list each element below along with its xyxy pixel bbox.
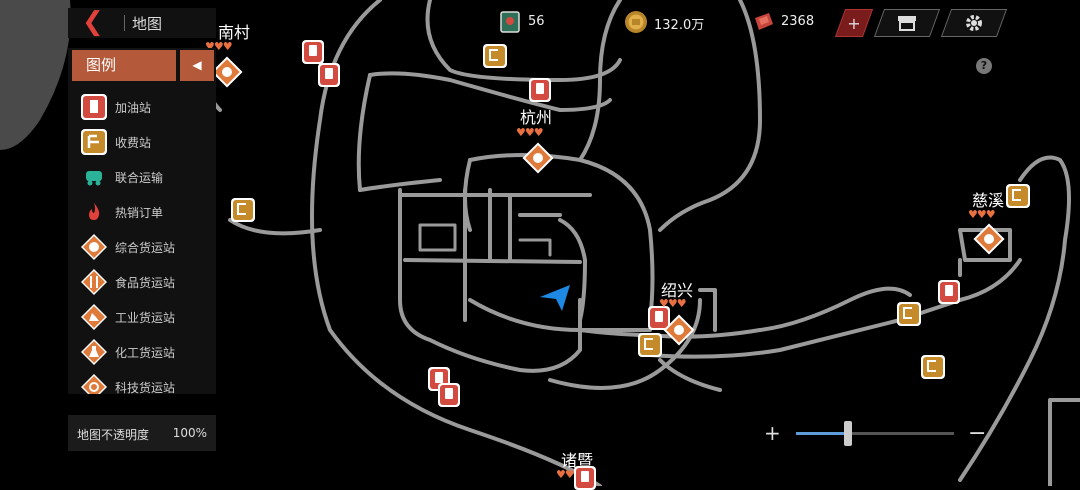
legend-label: 收费站 (115, 136, 152, 150)
legend-item-industrial-cargo: 工业货运站 (68, 300, 216, 334)
gas-station-marker[interactable] (318, 63, 340, 87)
toll-station-marker[interactable] (921, 355, 945, 379)
legend-label: 加油站 (115, 101, 152, 115)
fire-icon (89, 203, 100, 220)
toll-station-marker[interactable] (638, 333, 662, 357)
settings-button[interactable] (940, 9, 1008, 37)
back-chevron-icon[interactable]: ❮ (82, 9, 112, 36)
header-divider (124, 15, 125, 31)
legend-item-chemical-cargo: 化工货运站 (68, 335, 216, 369)
gas-station-marker[interactable] (302, 40, 324, 64)
legend-label: 热销订单 (115, 206, 164, 220)
gas-station-marker[interactable] (529, 78, 551, 102)
help-icon[interactable]: ? (976, 58, 992, 74)
general-cargo-icon (81, 234, 107, 260)
food-cargo-icon (81, 269, 107, 295)
toll-station-marker[interactable] (231, 198, 255, 222)
joint-transport-icon (86, 171, 102, 186)
page-title: 地图 (132, 15, 163, 33)
zoom-out-button[interactable]: − (968, 421, 986, 446)
gas-station-marker[interactable] (938, 280, 960, 304)
fog-of-war (0, 0, 70, 170)
collapse-legend-button[interactable]: ◀ (180, 50, 214, 81)
legend-label: 科技货运站 (115, 381, 176, 394)
zoom-slider-fill (796, 432, 849, 435)
zoom-slider[interactable] (796, 421, 954, 446)
legend-label: 工业货运站 (115, 311, 176, 325)
city-hearts: ♥♥♥ (659, 297, 687, 310)
shop-button[interactable] (873, 9, 941, 37)
cards-stat: 56 (498, 10, 558, 34)
legend-item-gas-station: 加油站 (68, 90, 216, 124)
toll-station-marker[interactable] (1006, 184, 1030, 208)
gems-count: 2368 (781, 14, 815, 29)
gem-icon (755, 13, 773, 30)
industrial-cargo-icon (81, 304, 107, 330)
legend-label: 联合运输 (115, 171, 164, 185)
gas-station-marker[interactable] (438, 383, 460, 407)
toll-station-marker[interactable] (897, 302, 921, 326)
map-header: ❮ 地图 (68, 8, 216, 38)
opacity-value: 100% (172, 426, 207, 440)
city-label: 杭州 (520, 108, 553, 127)
legend-item-hot-orders: 热销订单 (68, 195, 216, 229)
shop-icon (898, 16, 916, 31)
legend-item-food-cargo: 食品货运站 (68, 265, 216, 299)
map-opacity-control[interactable]: 地图不透明度 100% (68, 415, 216, 451)
coins-stat: 132.0万 (624, 10, 724, 34)
coins-count: 132.0万 (654, 18, 705, 33)
zoom-in-button[interactable]: + (764, 421, 781, 445)
card-icon (500, 11, 520, 33)
city-hearts: ♥♥ (556, 468, 575, 481)
player-location-icon (540, 285, 570, 311)
legend-label: 食品货运站 (115, 276, 176, 290)
toll-station-marker[interactable] (483, 44, 507, 68)
gear-icon (966, 15, 982, 31)
city-hearts: ♥♥♥ (968, 208, 996, 221)
opacity-label: 地图不透明度 (77, 428, 150, 442)
legend-item-tech-cargo: 科技货运站 (68, 370, 216, 394)
gas-station-icon (81, 94, 107, 120)
legend-label: 综合货运站 (115, 241, 176, 255)
city-hearts: ♥♥♥ (516, 126, 544, 139)
legend-item-joint-transport: 联合运输 (68, 160, 216, 194)
legend-panel: 图例 ◀ 加油站 收费站 联合运输 热销订单 综合货运站 食品货运站 工业货运站… (68, 48, 216, 394)
legend-label: 化工货运站 (115, 346, 176, 360)
tech-cargo-icon (81, 374, 107, 394)
legend-item-toll-station: 收费站 (68, 125, 216, 159)
legend-title: 图例 (72, 50, 176, 81)
gems-stat: 2368 (751, 10, 821, 34)
zoom-slider-thumb[interactable] (844, 421, 853, 446)
cards-count: 56 (528, 14, 545, 29)
toll-station-icon (81, 129, 107, 155)
plus-icon: + (847, 13, 861, 33)
coin-icon (625, 11, 647, 33)
chemical-cargo-icon (81, 339, 107, 365)
legend-item-general-cargo: 综合货运站 (68, 230, 216, 264)
